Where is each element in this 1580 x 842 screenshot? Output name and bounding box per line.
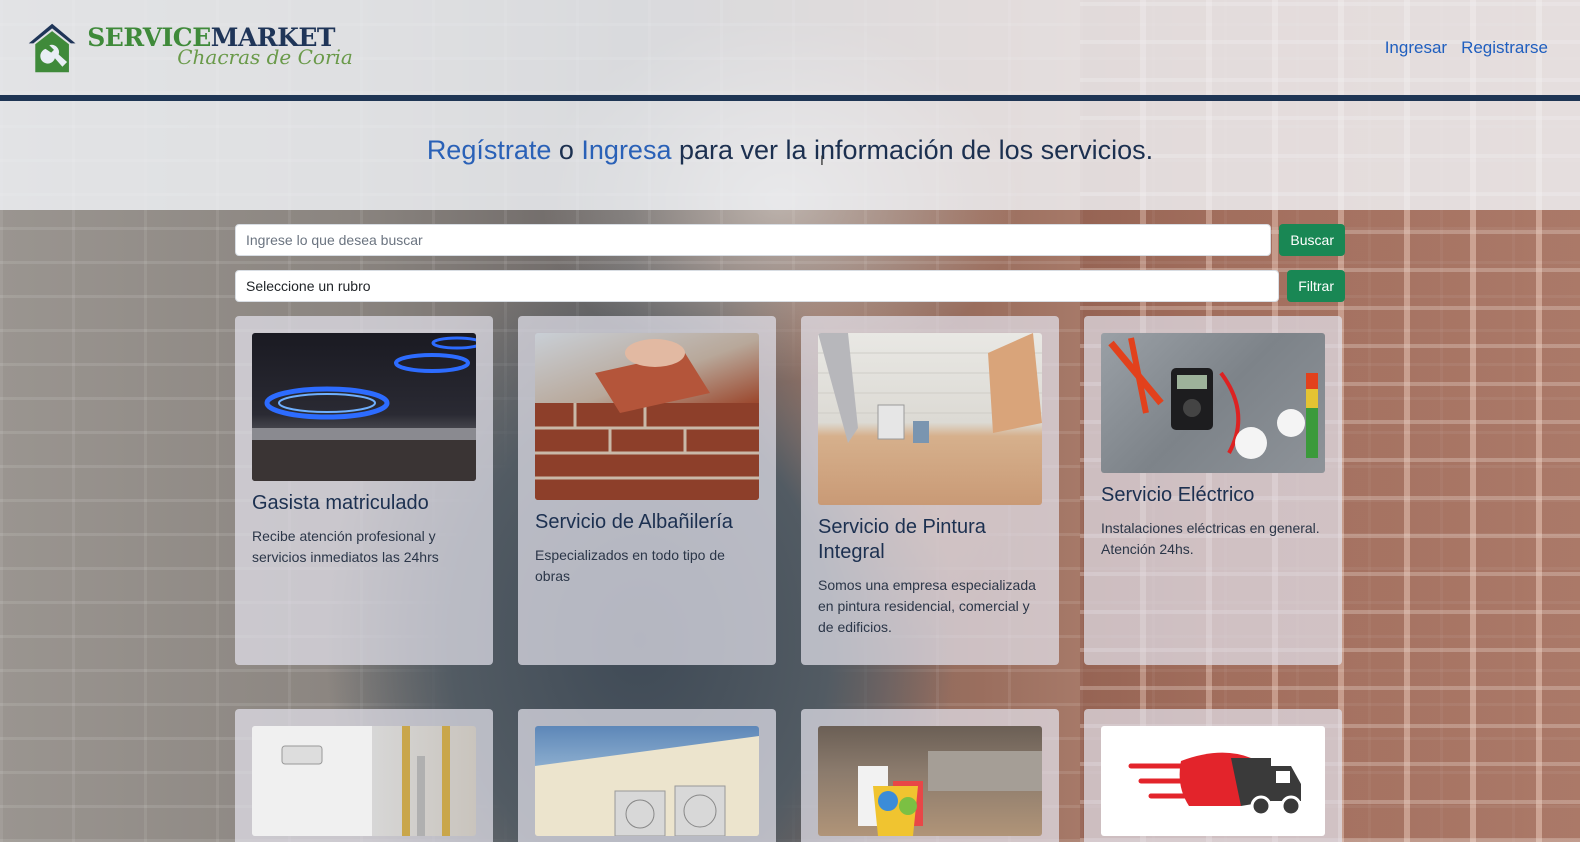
- services-grid: Gasista matriculado Recibe atención prof…: [235, 316, 1345, 842]
- electrical-tools-image: [1101, 333, 1325, 473]
- service-card[interactable]: Servicio Eléctrico Instalaciones eléctri…: [1084, 316, 1342, 665]
- card-title: Gasista matriculado: [252, 492, 429, 514]
- gas-stove-image: [252, 333, 476, 481]
- login-link[interactable]: Ingresar: [1385, 38, 1447, 58]
- delivery-truck-image: [1101, 726, 1325, 836]
- service-card[interactable]: [1084, 709, 1342, 842]
- banner-rest-text: para ver la información de los servicios…: [671, 135, 1154, 165]
- site-logo[interactable]: SERVICEMARKET Chacras de Coria: [25, 18, 353, 78]
- service-card[interactable]: [801, 709, 1059, 842]
- banner-register-link[interactable]: Regístrate: [427, 135, 552, 165]
- card-description: Instalaciones eléctricas en general. Ate…: [1101, 520, 1320, 557]
- bricklaying-image: [535, 333, 759, 500]
- card-title: Servicio de Albañilería: [535, 511, 733, 533]
- search-area: Ingrese lo que desea buscar Buscar Selec…: [235, 210, 1345, 302]
- card-title: Servicio de Pintura Integral: [818, 516, 986, 563]
- service-card[interactable]: Gasista matriculado Recibe atención prof…: [235, 316, 493, 665]
- card-description: Especializados en todo tipo de obras: [535, 547, 725, 584]
- service-card[interactable]: Servicio de Albañilería Especializados e…: [518, 316, 776, 665]
- house-wrench-icon: [28, 23, 76, 72]
- card-description: Somos una empresa especializada en pintu…: [818, 577, 1036, 635]
- logo-town-text: Chacras de Coria: [177, 44, 353, 69]
- card-title: Servicio Eléctrico: [1101, 484, 1255, 506]
- service-card[interactable]: [235, 709, 493, 842]
- header-nav: Ingresar Registrarse: [1385, 38, 1548, 58]
- water-heater-image: [252, 726, 476, 836]
- search-button[interactable]: Buscar: [1279, 224, 1345, 256]
- banner-heading: Regístrate o Ingresa para ver la informa…: [427, 135, 1153, 166]
- register-link[interactable]: Registrarse: [1461, 38, 1548, 58]
- card-description: Recibe atención profesional y servicios …: [252, 528, 439, 565]
- service-card[interactable]: [518, 709, 776, 842]
- service-card[interactable]: Servicio de Pintura Integral Somos una e…: [801, 316, 1059, 665]
- info-banner: Regístrate o Ingresa para ver la informa…: [0, 101, 1580, 210]
- air-conditioner-image: [535, 726, 759, 836]
- banner-or-text: o: [551, 135, 582, 165]
- filter-button[interactable]: Filtrar: [1287, 270, 1345, 302]
- search-row: Ingrese lo que desea buscar Buscar: [235, 224, 1345, 256]
- text-cursor-icon: I: [820, 152, 824, 168]
- site-header: SERVICEMARKET Chacras de Coria Ingresar …: [0, 0, 1580, 95]
- filter-row: Seleccione un rubro Filtrar: [235, 270, 1345, 302]
- banner-login-link[interactable]: Ingresa: [581, 135, 671, 165]
- cleaning-supplies-image: [818, 726, 1042, 836]
- category-select[interactable]: Seleccione un rubro: [235, 270, 1280, 302]
- painting-room-image: [818, 333, 1042, 505]
- search-input[interactable]: Ingrese lo que desea buscar: [235, 224, 1272, 256]
